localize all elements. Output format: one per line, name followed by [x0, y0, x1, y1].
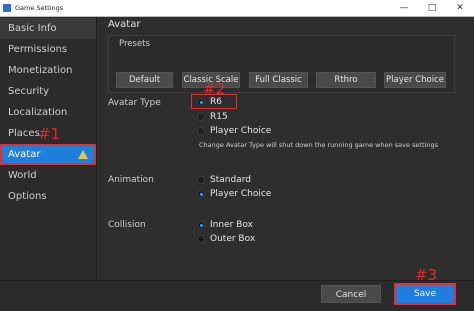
preset-default-button[interactable]: Default [116, 72, 173, 88]
title-bar: Game Settings — □ ✕ [0, 0, 474, 17]
sidebar-item-label: Monetization [8, 65, 73, 76]
presets-label: Presets [119, 39, 150, 49]
close-button[interactable]: ✕ [446, 1, 474, 15]
option-label: Standard [210, 175, 251, 185]
sidebar-item-label: Basic Info [8, 23, 57, 34]
sidebar-item-label: Options [8, 191, 47, 202]
minimize-button[interactable]: — [390, 1, 418, 15]
warning-icon [78, 150, 88, 159]
radio-selected-icon [197, 190, 205, 198]
sidebar-item-label: Localization [8, 107, 68, 118]
collision-label: Collision [108, 220, 146, 230]
sidebar-item-permissions[interactable]: Permissions [0, 39, 96, 60]
preset-rthro-button[interactable]: Rthro [316, 72, 376, 88]
radio-icon [197, 235, 205, 243]
radio-selected-icon [197, 221, 205, 229]
avatar-type-note: Change Avatar Type will shut down the ru… [199, 141, 438, 149]
cancel-button[interactable]: Cancel [321, 285, 381, 303]
page-title: Avatar [108, 19, 141, 30]
option-label: Player Choice [210, 189, 272, 199]
radio-selected-icon [197, 98, 205, 106]
sidebar-item-label: Avatar [8, 149, 41, 160]
option-label: Outer Box [210, 234, 256, 244]
sidebar-item-label: Security [8, 86, 50, 97]
preset-full-classic-button[interactable]: Full Classic [249, 72, 308, 88]
avatar-type-label: Avatar Type [108, 98, 161, 108]
sidebar-item-localization[interactable]: Localization [0, 102, 96, 123]
annotation-marker-2: #2 [203, 80, 226, 98]
avatar-settings-panel: Avatar Presets Default Classic Scale Ful… [97, 17, 474, 280]
sidebar-item-label: Permissions [8, 44, 68, 55]
sidebar: Basic Info Permissions Monetization Secu… [0, 17, 97, 280]
radio-icon [197, 113, 205, 121]
sidebar-item-label: Places [8, 128, 40, 139]
annotation-marker-3: #3 [415, 266, 438, 284]
maximize-button[interactable]: □ [418, 1, 446, 15]
presets-group: Presets Default Classic Scale Full Class… [108, 35, 455, 93]
annotation-marker-1: #1 [38, 125, 61, 143]
sidebar-item-basic-info[interactable]: Basic Info [0, 18, 96, 39]
sidebar-item-options[interactable]: Options [0, 186, 96, 207]
app-icon [3, 4, 11, 12]
sidebar-item-monetization[interactable]: Monetization [0, 60, 96, 81]
window-title: Game Settings [15, 4, 64, 12]
radio-icon [197, 176, 205, 184]
sidebar-item-security[interactable]: Security [0, 81, 96, 102]
footer: Cancel Save [0, 280, 474, 311]
sidebar-item-avatar[interactable]: Avatar [0, 144, 96, 165]
save-button[interactable]: Save [394, 283, 456, 305]
radio-icon [197, 127, 205, 135]
option-label: Inner Box [210, 220, 253, 230]
preset-player-choice-button[interactable]: Player Choice [384, 72, 446, 88]
sidebar-item-world[interactable]: World [0, 165, 96, 186]
option-label: Player Choice [210, 126, 272, 136]
animation-label: Animation [108, 175, 154, 185]
sidebar-item-label: World [8, 170, 37, 181]
option-label: R15 [210, 112, 228, 122]
